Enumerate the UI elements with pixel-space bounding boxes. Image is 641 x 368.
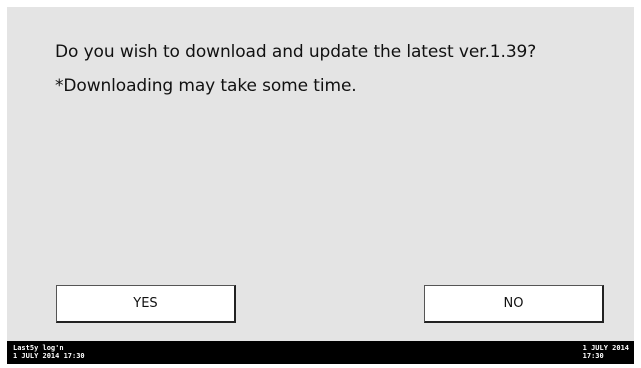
current-date: 1 JULY 2014 xyxy=(582,344,629,352)
update-question-text: Do you wish to download and update the l… xyxy=(55,42,537,62)
status-bar: Last5y log'n 1 JULY 2014 17:30 1 JULY 20… xyxy=(7,341,634,364)
last-login-info: Last5y log'n 1 JULY 2014 17:30 xyxy=(13,344,85,360)
update-dialog: Do you wish to download and update the l… xyxy=(7,7,634,341)
current-time: 17:30 xyxy=(582,352,604,360)
no-button[interactable]: NO xyxy=(424,285,604,323)
dialog-message: Do you wish to download and update the l… xyxy=(55,41,536,97)
download-note-text: *Downloading may take some time. xyxy=(55,76,357,97)
last-login-datetime: 1 JULY 2014 17:30 xyxy=(13,352,85,360)
current-datetime: 1 JULY 2014 17:30 xyxy=(583,344,629,360)
last-login-label: Last5y log'n xyxy=(13,344,64,352)
yes-button[interactable]: YES xyxy=(56,285,236,323)
